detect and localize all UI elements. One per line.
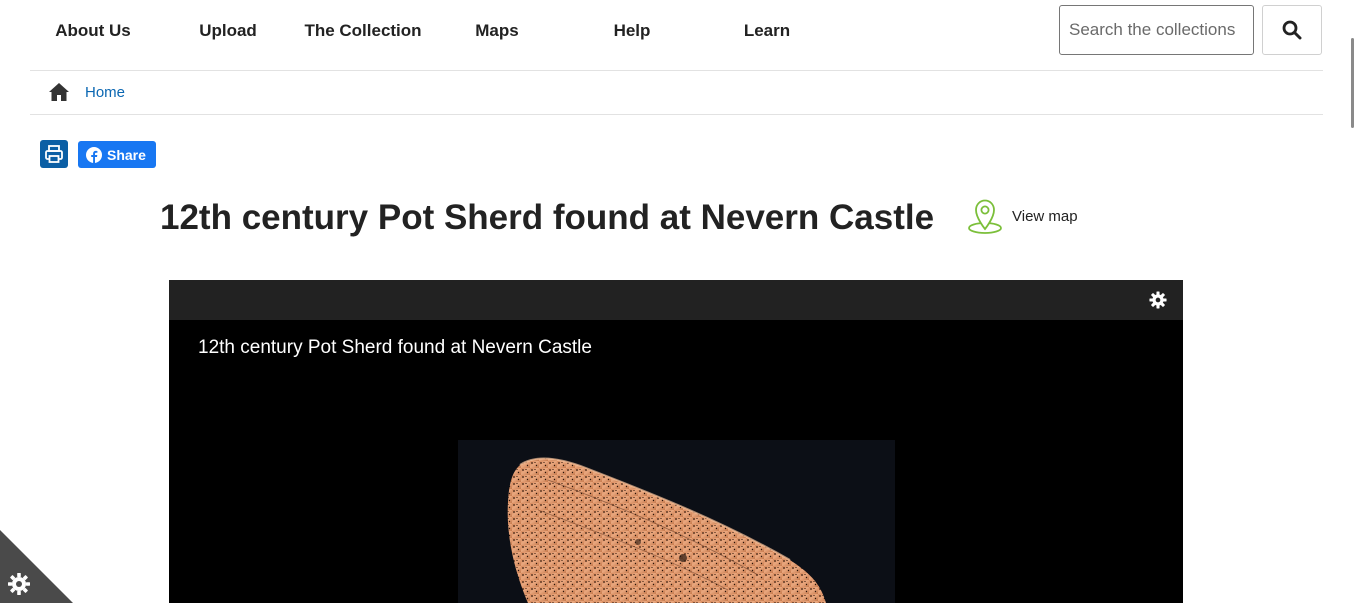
view-map-link[interactable]: View map <box>966 197 1078 235</box>
print-button[interactable] <box>40 140 68 168</box>
search-icon <box>1282 20 1302 40</box>
viewer-toolbar <box>169 280 1183 320</box>
nav-the-collection[interactable]: The Collection <box>298 20 428 42</box>
breadcrumb-home-link[interactable]: Home <box>85 84 125 101</box>
breadcrumb: Home <box>48 79 125 105</box>
map-pin-icon <box>968 199 1002 234</box>
viewer-caption: 12th century Pot Sherd found at Nevern C… <box>198 337 592 358</box>
facebook-share-button[interactable]: Share <box>78 141 156 168</box>
nav-learn[interactable]: Learn <box>722 20 812 42</box>
nav-divider <box>30 70 1323 71</box>
top-navigation: About Us Upload The Collection Maps Help… <box>0 0 1355 62</box>
media-viewer[interactable]: 12th century Pot Sherd found at Nevern C… <box>169 280 1183 603</box>
page-title: 12th century Pot Sherd found at Nevern C… <box>160 198 935 237</box>
nav-help[interactable]: Help <box>587 20 677 42</box>
view-map-label: View map <box>1012 207 1078 225</box>
search-input[interactable] <box>1059 5 1254 55</box>
search-button[interactable] <box>1262 5 1322 55</box>
nav-maps[interactable]: Maps <box>452 20 542 42</box>
page-scrollbar-thumb[interactable] <box>1351 38 1354 128</box>
print-icon <box>45 145 63 163</box>
gear-icon[interactable] <box>1149 291 1167 309</box>
share-label: Share <box>107 146 146 163</box>
nav-upload[interactable]: Upload <box>183 20 273 42</box>
nav-about-us[interactable]: About Us <box>48 20 138 42</box>
facebook-icon <box>86 146 102 163</box>
pot-sherd-image[interactable] <box>458 440 895 603</box>
home-icon <box>48 81 72 103</box>
cookie-settings-icon <box>8 573 30 595</box>
breadcrumb-divider <box>30 114 1323 115</box>
cookie-settings-button[interactable] <box>0 530 73 603</box>
